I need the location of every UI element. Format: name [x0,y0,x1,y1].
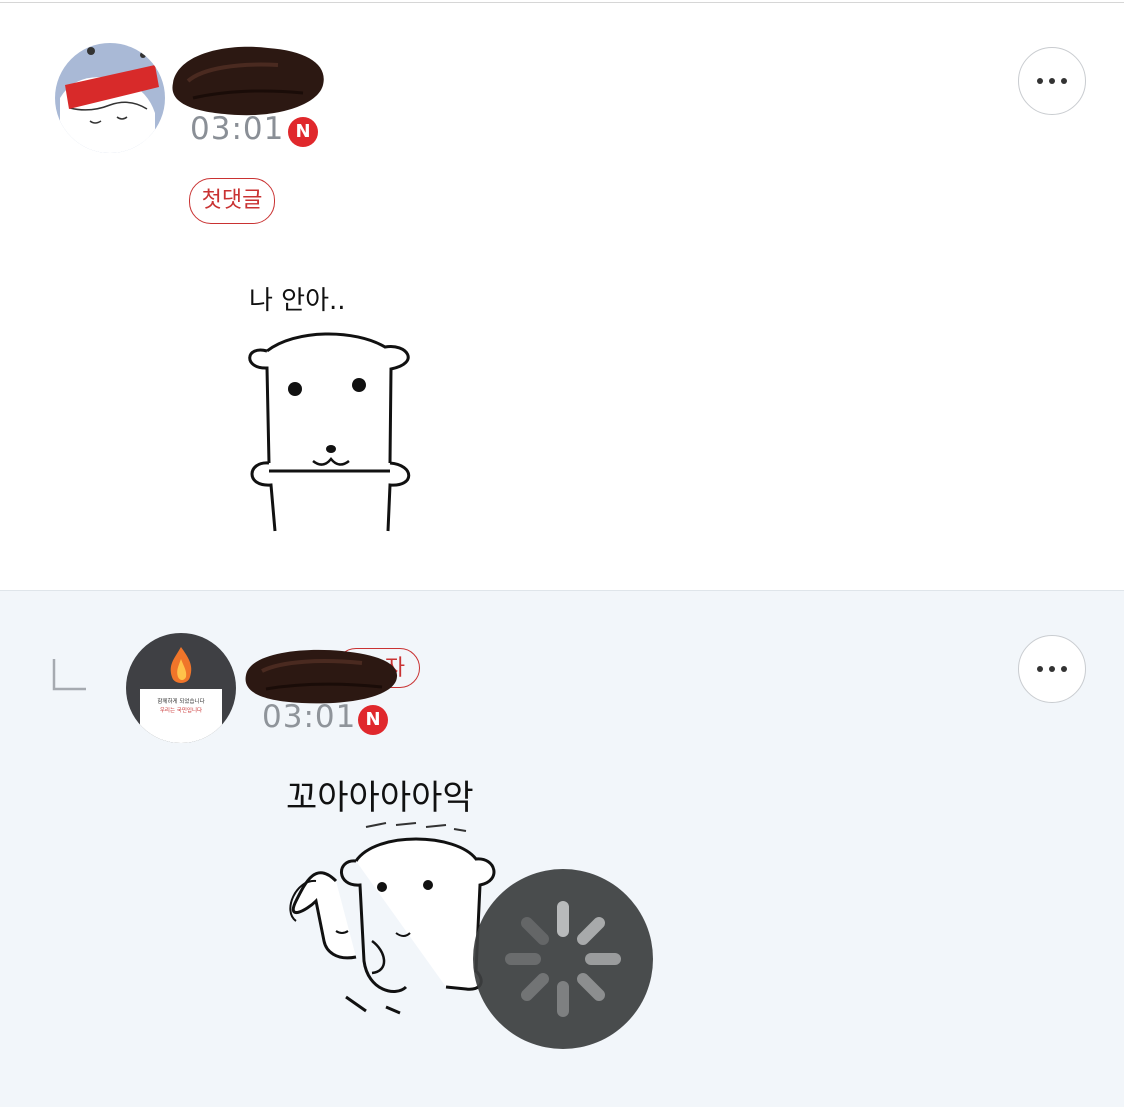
commenter-avatar[interactable] [55,43,165,153]
author-name-redacted [245,649,398,704]
comment-time: 03:01 [262,699,357,735]
more-dot [1037,78,1043,84]
comment-item: 03:01 N 첫댓글 나 안아.. [0,3,1124,590]
sticker-caption: 꼬아아아아악 [286,778,474,818]
first-comment-badge: 첫댓글 [189,178,275,224]
loading-spinner-icon [473,869,653,1049]
more-options-button[interactable] [1018,635,1086,703]
comment-time: 03:01 [190,111,285,147]
more-dot [1049,666,1055,672]
candle-text-2: 우리는 국민입니다 [160,706,202,714]
commenter-avatar[interactable]: 함께하게 되었습니다 우리는 국민입니다 [126,633,236,743]
reply-comment-item: 함께하게 되었습니다 우리는 국민입니다 자 03:01 N 꼬아아아아악 [0,590,1124,1107]
new-badge: N [288,117,318,147]
reply-arrow-icon [52,659,86,691]
more-dot [1061,666,1067,672]
comment-sticker[interactable]: 나 안아.. [235,273,435,533]
new-badge: N [358,705,388,735]
author-name-redacted [172,46,324,116]
more-dot [1037,666,1043,672]
sticker-caption: 나 안아.. [249,286,346,316]
more-options-button[interactable] [1018,47,1086,115]
candle-text-1: 함께하게 되었습니다 [157,697,204,705]
more-dot [1049,78,1055,84]
more-dot [1061,78,1067,84]
